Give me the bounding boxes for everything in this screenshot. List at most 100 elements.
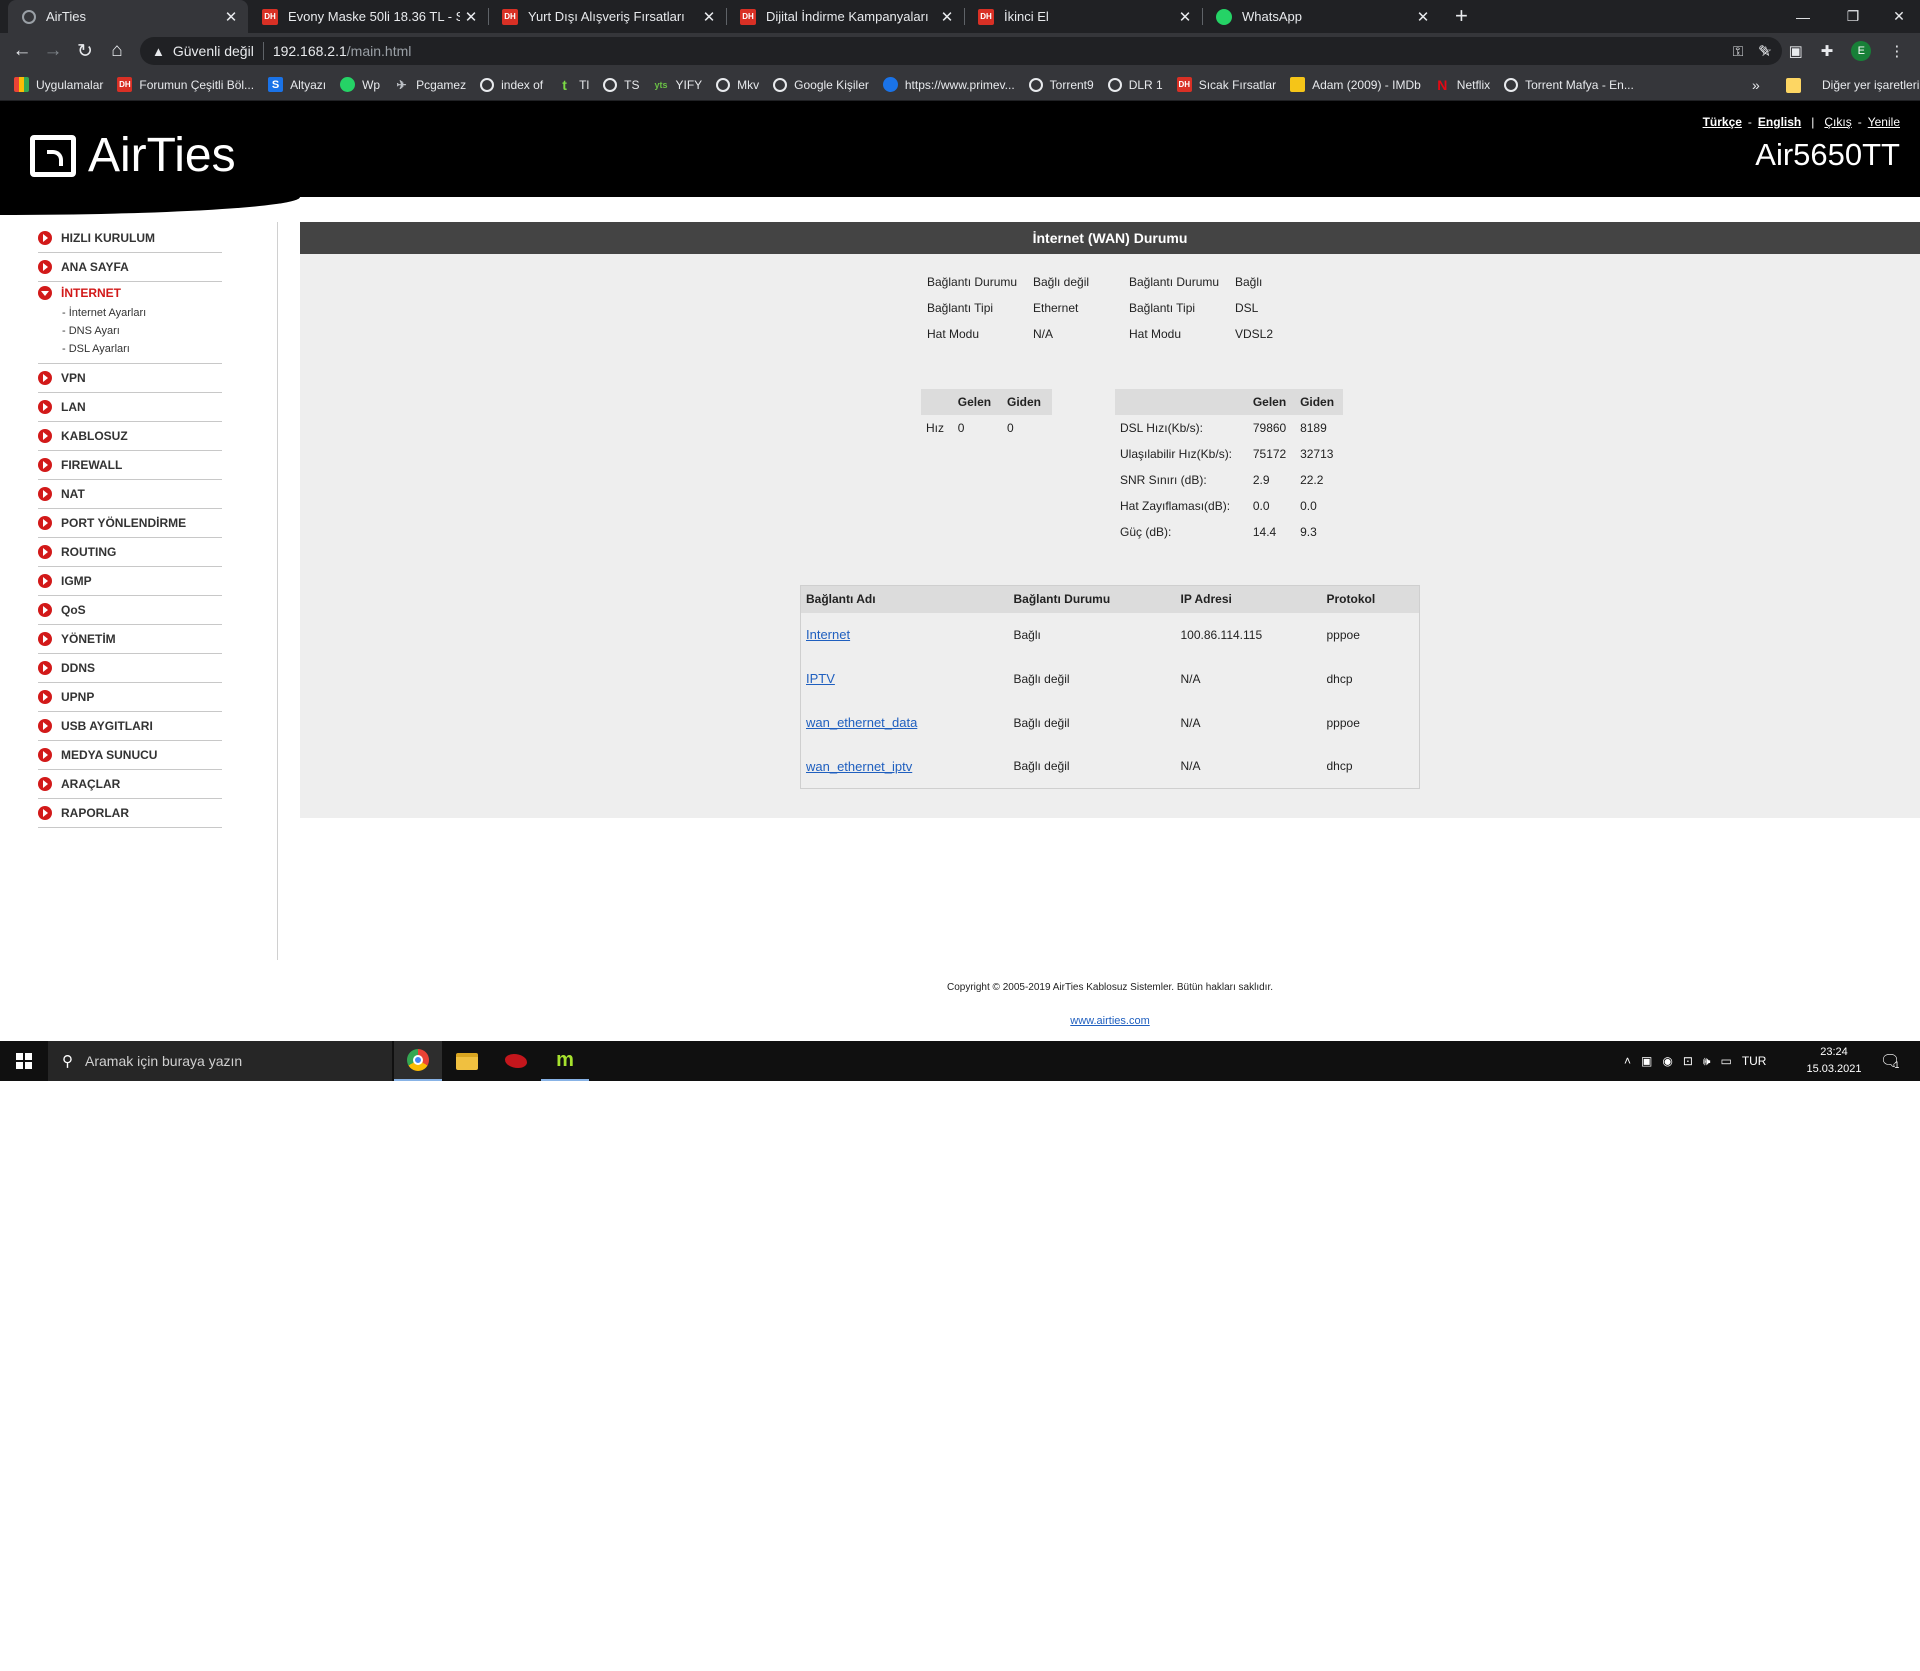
menu-item-lan[interactable]: LAN bbox=[38, 393, 222, 422]
bookmark-item[interactable]: N Netflix bbox=[1435, 77, 1490, 93]
chevron-up-icon[interactable]: ˄ bbox=[1624, 1054, 1631, 1068]
submenu-dsl-ayarlari[interactable]: - DSL Ayarları bbox=[38, 340, 222, 358]
bookmark-item[interactable]: DH Forumun Çeşitli Böl... bbox=[117, 77, 254, 92]
notification-button[interactable]: 🗨 1 bbox=[1880, 1041, 1900, 1081]
close-icon[interactable]: ✕ bbox=[460, 8, 482, 26]
menu-item-qos[interactable]: QoS bbox=[38, 596, 222, 625]
taskbar-app-red[interactable] bbox=[492, 1041, 540, 1081]
bookmark-label: YIFY bbox=[675, 77, 703, 92]
menu-item-y-neti-m[interactable]: YÖNETİM bbox=[38, 625, 222, 654]
dh-icon: DH bbox=[740, 8, 756, 25]
submenu-dns-ayari[interactable]: - DNS Ayarı bbox=[38, 322, 222, 340]
lang-english-link[interactable]: English bbox=[1758, 115, 1801, 129]
security-label[interactable]: Güvenli değil bbox=[173, 43, 254, 59]
bookmark-item[interactable]: Torrent9 bbox=[1028, 77, 1094, 92]
menu-item-raporlar[interactable]: RAPORLAR bbox=[38, 799, 222, 828]
bookmark-item[interactable]: DH Sıcak Fırsatlar bbox=[1176, 77, 1276, 92]
lang-turkish-link[interactable]: Türkçe bbox=[1703, 115, 1742, 129]
connection-link[interactable]: IPTV bbox=[806, 671, 835, 686]
menu-item-upnp[interactable]: UPNP bbox=[38, 683, 222, 712]
bookmark-item[interactable]: Mkv bbox=[716, 77, 759, 92]
globe-icon bbox=[1028, 77, 1043, 92]
bookmark-item[interactable]: https://www.primev... bbox=[882, 77, 1015, 92]
address-bar[interactable]: ▲ Güvenli değil 192.168.2.1/main.html ⚿ … bbox=[140, 37, 1782, 65]
extension-icon[interactable]: ▣ bbox=[1789, 42, 1803, 60]
menu-item-routing[interactable]: ROUTING bbox=[38, 538, 222, 567]
bookmark-item[interactable]: Google Kişiler bbox=[773, 77, 869, 92]
menu-item-internet[interactable]: İNTERNET bbox=[38, 282, 222, 304]
close-icon[interactable]: ✕ bbox=[1412, 8, 1434, 26]
puzzle-icon[interactable]: ✚ bbox=[1821, 42, 1834, 60]
reload-button[interactable]: ↻ bbox=[71, 37, 99, 65]
connection-link[interactable]: Internet bbox=[806, 627, 850, 642]
taskbar-file-explorer[interactable] bbox=[443, 1041, 491, 1081]
tab-ikinci-el[interactable]: DH İkinci El ✕ bbox=[964, 0, 1202, 33]
close-icon[interactable]: ✕ bbox=[936, 8, 958, 26]
connection-link[interactable]: wan_ethernet_data bbox=[806, 715, 917, 730]
bookmark-item[interactable]: Wp bbox=[340, 77, 380, 92]
taskbar-search[interactable]: ⚲ Aramak için buraya yazın bbox=[48, 1041, 392, 1081]
logout-link[interactable]: Çıkış bbox=[1824, 115, 1851, 129]
bookmark-item[interactable]: S Altyazı bbox=[268, 77, 326, 92]
menu-item-ana-sayfa[interactable]: ANA SAYFA bbox=[38, 253, 222, 282]
bookmark-item[interactable]: yts YIFY bbox=[653, 77, 702, 92]
restore-button[interactable]: ❐ bbox=[1828, 0, 1878, 33]
close-icon[interactable]: ✕ bbox=[220, 8, 242, 26]
close-icon[interactable]: ✕ bbox=[1174, 8, 1196, 26]
network-icon[interactable]: ⊡ bbox=[1683, 1054, 1693, 1068]
warning-icon[interactable]: ▲ bbox=[152, 44, 165, 59]
avatar[interactable]: E bbox=[1851, 41, 1872, 61]
bookmark-item[interactable]: TS bbox=[603, 77, 639, 92]
taskbar-app-m[interactable]: m bbox=[541, 1041, 589, 1081]
connection-link[interactable]: wan_ethernet_iptv bbox=[806, 759, 912, 774]
tray-app-icon[interactable]: ▣ bbox=[1641, 1054, 1652, 1068]
menu-item-medya-sunucu[interactable]: MEDYA SUNUCU bbox=[38, 741, 222, 770]
tab-airties[interactable]: AirTies ✕ bbox=[8, 0, 248, 33]
tab-yurt-disi[interactable]: DH Yurt Dışı Alışveriş Fırsatları ✕ bbox=[488, 0, 726, 33]
key-icon[interactable]: ⚿ bbox=[1733, 43, 1744, 60]
url-host[interactable]: 192.168.2.1 bbox=[273, 43, 347, 59]
url-path[interactable]: /main.html bbox=[347, 43, 412, 59]
menu-item-ddns[interactable]: DDNS bbox=[38, 654, 222, 683]
forward-button[interactable]: → bbox=[39, 37, 67, 65]
start-button[interactable] bbox=[0, 1041, 48, 1081]
new-tab-button[interactable]: + bbox=[1455, 3, 1468, 29]
bookmark-item[interactable]: Adam (2009) - IMDb bbox=[1290, 77, 1421, 92]
bookmark-item[interactable]: ✈ Pcgamez bbox=[394, 77, 467, 92]
menu-item-vpn[interactable]: VPN bbox=[38, 364, 222, 393]
menu-item-nat[interactable]: NAT bbox=[38, 480, 222, 509]
back-button[interactable]: ← bbox=[8, 37, 36, 65]
input-language[interactable]: TUR bbox=[1742, 1054, 1767, 1068]
tab-evony[interactable]: DH Evony Maske 50li 18.36 TL - Sarfl ✕ bbox=[248, 0, 488, 33]
clock[interactable]: 23:24 15.03.2021 bbox=[1798, 1044, 1870, 1078]
menu-item-igmp[interactable]: IGMP bbox=[38, 567, 222, 596]
bookmark-item[interactable]: Uygulamalar bbox=[14, 77, 103, 92]
bookmark-item[interactable]: DLR 1 bbox=[1107, 77, 1163, 92]
menu-item-firewall[interactable]: FIREWALL bbox=[38, 451, 222, 480]
display-icon[interactable]: ▭ bbox=[1720, 1054, 1731, 1068]
brush-icon[interactable]: ✎ bbox=[1758, 42, 1771, 60]
submenu-internet-ayarlari[interactable]: - İnternet Ayarları bbox=[38, 304, 222, 322]
menu-item-port-y-nlendi-rme[interactable]: PORT YÖNLENDİRME bbox=[38, 509, 222, 538]
home-button[interactable]: ⌂ bbox=[103, 37, 131, 65]
bookmark-item[interactable]: Torrent Mafya - En... bbox=[1504, 77, 1634, 92]
other-bookmarks[interactable]: Diğer yer işaretleri bbox=[1786, 69, 1919, 101]
bookmarks-more-button[interactable]: » bbox=[1752, 69, 1760, 101]
close-window-button[interactable]: ✕ bbox=[1874, 0, 1920, 33]
taskbar-chrome[interactable] bbox=[394, 1041, 442, 1081]
bookmark-item[interactable]: index of bbox=[480, 77, 543, 92]
minimize-button[interactable]: — bbox=[1778, 0, 1828, 33]
refresh-link[interactable]: Yenile bbox=[1868, 115, 1900, 129]
menu-item-kablosuz[interactable]: KABLOSUZ bbox=[38, 422, 222, 451]
menu-item-ara-lar[interactable]: ARAÇLAR bbox=[38, 770, 222, 799]
airties-site-link[interactable]: www.airties.com bbox=[0, 1015, 1920, 1027]
menu-item-hizli-kurulum[interactable]: HIZLI KURULUM bbox=[38, 224, 222, 253]
tab-dijital[interactable]: DH Dijital İndirme Kampanyaları ✕ bbox=[726, 0, 964, 33]
tray-globe-icon[interactable]: ◉ bbox=[1662, 1054, 1672, 1068]
menu-item-usb-aygitlari[interactable]: USB AYGITLARI bbox=[38, 712, 222, 741]
volume-icon[interactable]: 🕪 bbox=[1703, 1054, 1711, 1069]
tab-whatsapp[interactable]: WhatsApp ✕ bbox=[1202, 0, 1440, 33]
menu-dots-icon[interactable]: ⋮ bbox=[1889, 42, 1904, 60]
bookmark-item[interactable]: t Tl bbox=[557, 77, 589, 93]
close-icon[interactable]: ✕ bbox=[698, 8, 720, 26]
